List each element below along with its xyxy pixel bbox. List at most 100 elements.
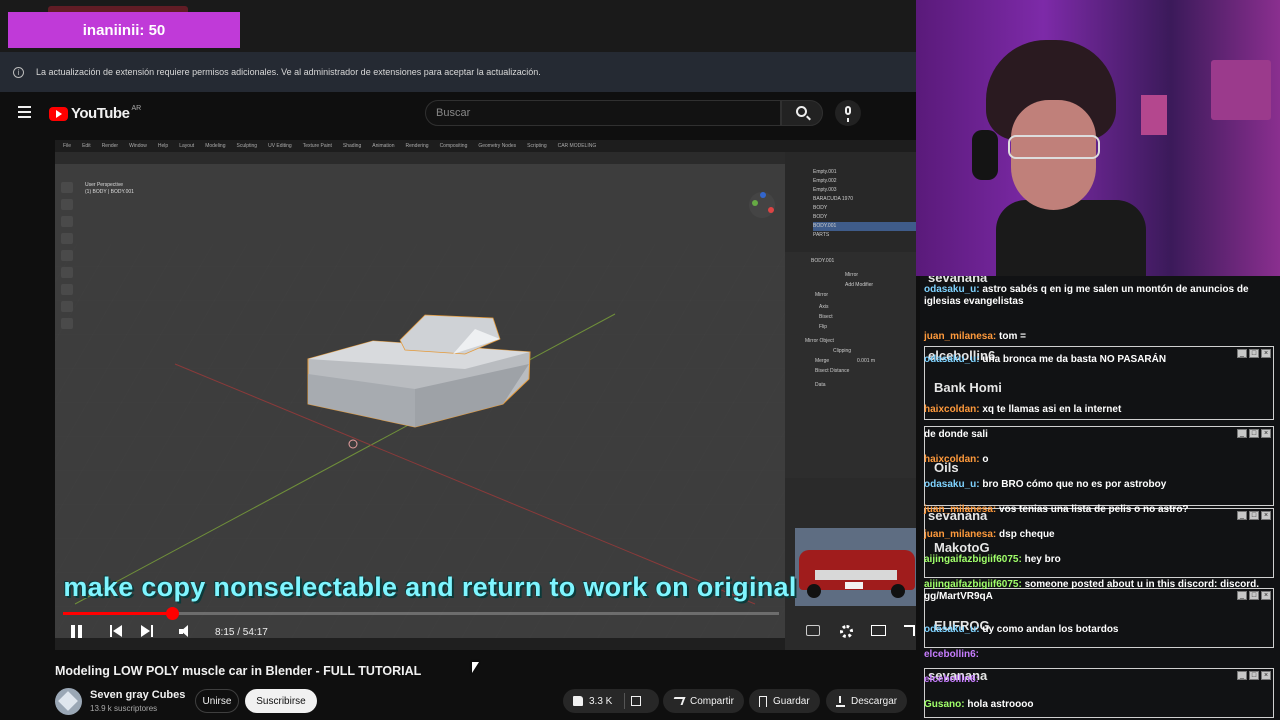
select-tool-icon[interactable] bbox=[61, 182, 73, 193]
viewport-object-text: (1) BODY | BODY.001 bbox=[85, 189, 134, 195]
miniplayer-icon[interactable] bbox=[871, 625, 886, 636]
divider bbox=[624, 693, 626, 709]
annotate-tool-icon[interactable] bbox=[61, 284, 73, 295]
chat-username[interactable]: aijingaifazbigiif6075: bbox=[924, 554, 1022, 565]
chat-username[interactable]: juan_milanesa: bbox=[924, 331, 996, 342]
volume-icon[interactable] bbox=[179, 625, 193, 638]
country-code: AR bbox=[131, 105, 142, 112]
blender-menu-item[interactable]: Geometry Nodes bbox=[478, 143, 516, 149]
previous-icon[interactable] bbox=[110, 625, 122, 637]
modifier-field: Merge bbox=[815, 358, 830, 364]
blender-menu-item[interactable]: Compositing bbox=[440, 143, 468, 149]
blender-menu-item[interactable]: UV Editing bbox=[268, 143, 292, 149]
settings-gear-icon[interactable] bbox=[840, 625, 853, 638]
blender-menu-item[interactable]: Edit bbox=[82, 143, 91, 149]
share-label: Compartir bbox=[690, 695, 734, 707]
search-input[interactable]: Buscar bbox=[425, 100, 781, 126]
captions-icon[interactable] bbox=[806, 625, 820, 636]
channel-name[interactable]: Seven gray Cubes bbox=[90, 689, 185, 701]
blender-menu-item[interactable]: Texture Paint bbox=[303, 143, 332, 149]
like-count[interactable]: 3.3 K bbox=[589, 696, 612, 707]
chat-username[interactable]: juan_milanesa: bbox=[924, 529, 996, 540]
chat-username[interactable]: haixcoldan: bbox=[924, 404, 980, 415]
youtube-header: YouTube AR Buscar bbox=[0, 92, 916, 134]
blender-menu-item[interactable]: Modeling bbox=[205, 143, 225, 149]
pause-icon[interactable] bbox=[71, 625, 83, 638]
modifier-field: Mirror bbox=[815, 292, 829, 298]
scale-tool-icon[interactable] bbox=[61, 250, 73, 261]
chat-username[interactable]: odasaku_u: bbox=[924, 624, 980, 635]
blender-menu-item[interactable]: Sculpting bbox=[237, 143, 258, 149]
voice-search-button[interactable] bbox=[835, 100, 861, 126]
thumbs-up-icon[interactable] bbox=[573, 696, 583, 706]
modifier-field: Mirror Object bbox=[805, 338, 834, 344]
download-icon bbox=[836, 695, 845, 707]
outliner-row[interactable]: Empty.001 bbox=[813, 168, 916, 177]
video-player[interactable]: File Edit Render Window Help Layout Modeling Sc… bbox=[55, 140, 916, 650]
outliner-row[interactable]: Empty.002 bbox=[813, 177, 916, 186]
progress-scrubber-handle[interactable] bbox=[165, 607, 179, 620]
measure-tool-icon[interactable] bbox=[61, 301, 73, 312]
outliner-row[interactable]: Empty.003 bbox=[813, 186, 916, 195]
join-button[interactable]: Unirse bbox=[195, 689, 239, 713]
progress-bar[interactable] bbox=[63, 607, 779, 620]
chat-username[interactable]: elcebollin6: bbox=[924, 674, 979, 685]
chat-username[interactable]: odasaku_u: bbox=[924, 479, 980, 490]
chat-username[interactable]: aijingaifazbigiif6075: bbox=[924, 579, 1022, 590]
blender-menu-item[interactable]: Layout bbox=[179, 143, 194, 149]
subscribe-button[interactable]: Suscribirse bbox=[245, 689, 317, 713]
youtube-logo[interactable]: YouTube AR bbox=[49, 105, 141, 122]
outliner-row[interactable]: BODY bbox=[813, 213, 916, 222]
fullscreen-icon[interactable] bbox=[904, 625, 915, 636]
hamburger-menu-icon[interactable] bbox=[18, 106, 31, 118]
add-cube-tool-icon[interactable] bbox=[61, 318, 73, 329]
chat-username[interactable]: haixcoldan: bbox=[924, 454, 980, 465]
move-tool-icon[interactable] bbox=[61, 216, 73, 227]
chat-username[interactable]: elcebollin6: bbox=[924, 649, 979, 660]
video-title: Modeling LOW POLY muscle car in Blender … bbox=[55, 664, 422, 678]
outliner-row[interactable]: PARTS bbox=[813, 231, 916, 240]
download-label: Descargar bbox=[851, 695, 898, 707]
channel-avatar[interactable] bbox=[55, 688, 82, 715]
cursor-tool-icon[interactable] bbox=[61, 199, 73, 210]
modifier-field: Axis bbox=[819, 304, 829, 310]
outliner-row[interactable]: BODY bbox=[813, 204, 916, 213]
chat-text: bro BRO cómo que no es por astroboy bbox=[982, 479, 1167, 490]
blender-menu-item[interactable]: File bbox=[63, 143, 71, 149]
blender-menu-item[interactable]: Help bbox=[158, 143, 168, 149]
blender-menu-item[interactable]: Render bbox=[102, 143, 118, 149]
search-button[interactable] bbox=[781, 100, 823, 126]
chat-message: aijingaifazbigiif6075: someone posted ab… bbox=[924, 579, 1276, 603]
rotate-tool-icon[interactable] bbox=[61, 233, 73, 244]
blender-menu-item[interactable]: Window bbox=[129, 143, 147, 149]
modifier-field: Mirror bbox=[845, 272, 859, 278]
modifier-field: 0.001 m bbox=[857, 358, 876, 364]
blender-menu-item[interactable]: Rendering bbox=[405, 143, 428, 149]
blender-menu-item[interactable]: Shading bbox=[343, 143, 361, 149]
chat-message: juan_milanesa: dsp cheque bbox=[924, 529, 1276, 541]
blender-outliner: Empty.001 Empty.002 Empty.003 BARACUDA 1970… bbox=[785, 152, 916, 252]
download-button[interactable]: Descargar bbox=[826, 689, 908, 713]
stream-counter-overlay: inaniinii: 50 bbox=[8, 12, 240, 48]
save-button[interactable]: Guardar bbox=[749, 689, 820, 713]
subscriber-count: 13.9 k suscriptores bbox=[90, 704, 158, 713]
chat-text: dsp cheque bbox=[999, 529, 1055, 540]
share-button[interactable]: Compartir bbox=[663, 689, 744, 713]
outliner-row[interactable]: BODY.001 bbox=[813, 222, 916, 231]
blender-menu-item[interactable]: CAR MODELING bbox=[558, 143, 597, 149]
blender-properties-panel: BODY.001 Mirror Add Modifier Mirror Axis Bise… bbox=[785, 252, 916, 478]
webcam-feed bbox=[916, 0, 1280, 276]
blender-menu-item[interactable]: Scripting bbox=[527, 143, 546, 149]
modifier-field[interactable]: Add Modifier bbox=[845, 282, 873, 288]
modifier-field: Bisect bbox=[819, 314, 833, 320]
chat-username[interactable]: juan_milanesa: bbox=[924, 504, 996, 515]
transform-tool-icon[interactable] bbox=[61, 267, 73, 278]
thumbs-down-icon[interactable] bbox=[631, 696, 642, 706]
chat-username[interactable]: Gusano: bbox=[924, 699, 965, 710]
outliner-row[interactable]: BARACUDA 1970 bbox=[813, 195, 916, 204]
next-icon[interactable] bbox=[141, 625, 153, 637]
chat-username[interactable]: odasaku_u: bbox=[924, 354, 980, 365]
chat-username[interactable]: odasaku_u: bbox=[924, 284, 980, 295]
blender-menu-item[interactable]: Animation bbox=[372, 143, 394, 149]
navigation-gizmo-icon[interactable] bbox=[747, 190, 777, 220]
